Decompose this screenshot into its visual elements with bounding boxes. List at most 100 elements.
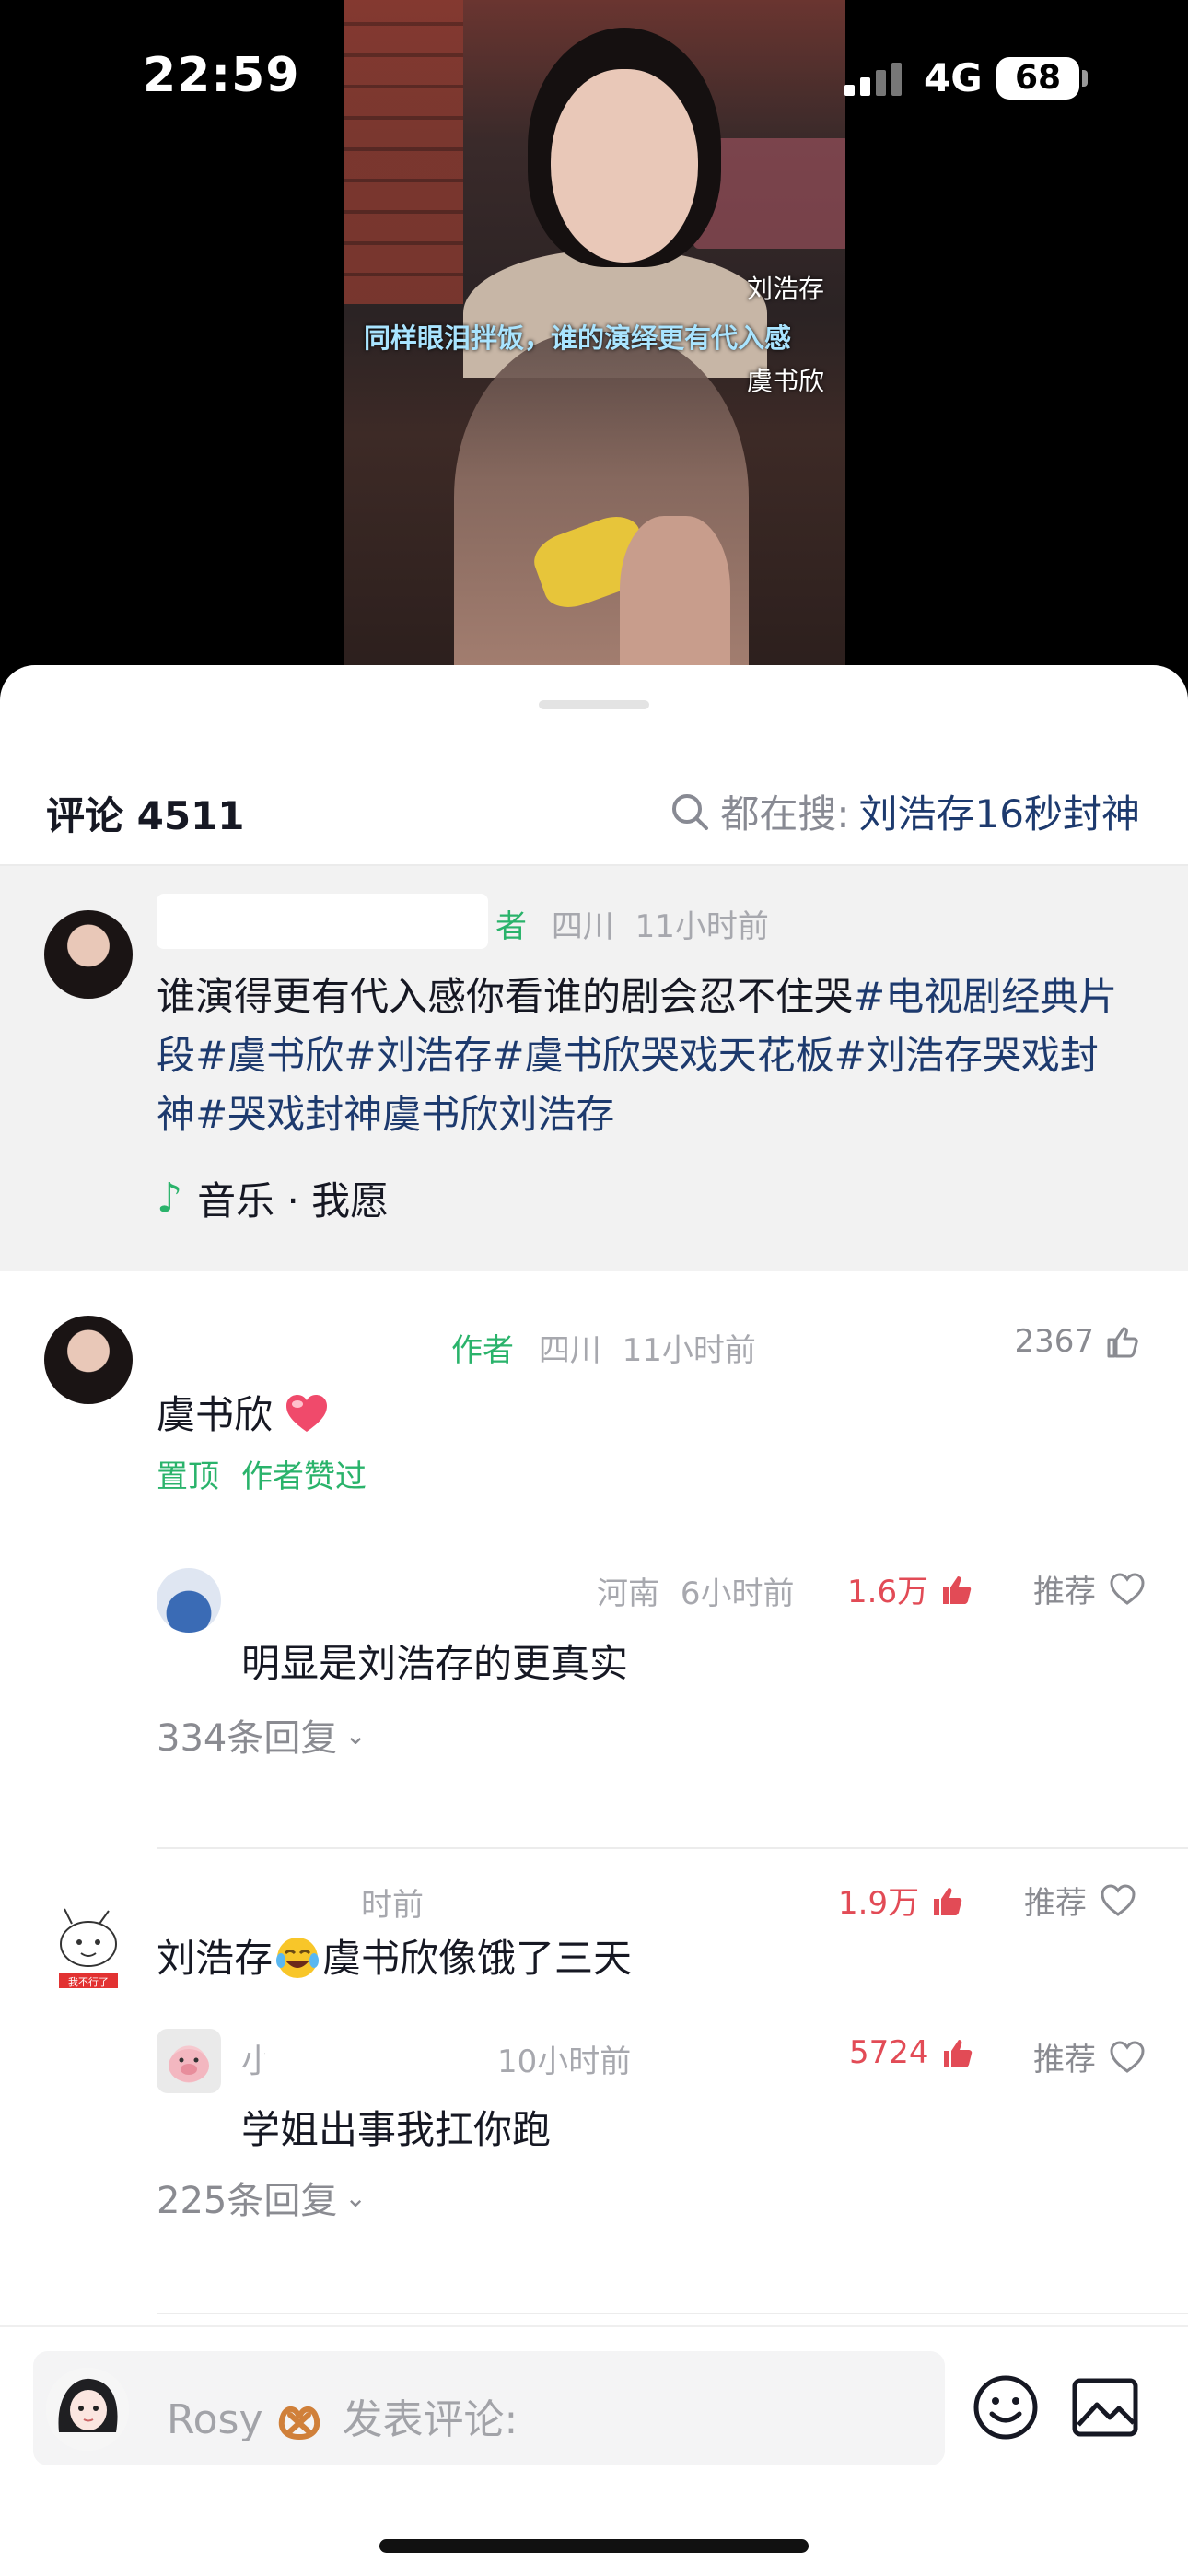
recommend-label: 推荐 <box>1024 1885 1087 1922</box>
like-count: 1.6万 <box>847 1574 929 1610</box>
comment-body-start: 刘浩存 <box>157 1936 274 1981</box>
comment-input[interactable]: Rosy 发表评论: <box>33 2351 945 2465</box>
like-count: 5724 <box>849 2034 929 2071</box>
laughing-crying-emoji-icon <box>276 1938 320 1978</box>
reply-time: 6小时前 <box>680 1575 795 1612</box>
post-time: 11小时前 <box>635 908 769 945</box>
like-count: 2367 <box>1014 1323 1094 1360</box>
post-meta: 者 四川 11小时前 <box>495 901 769 946</box>
drag-handle[interactable] <box>539 700 649 709</box>
network-type: 4G <box>924 55 983 100</box>
recommend-button[interactable]: 推荐 <box>1033 1566 1146 1611</box>
username-label: Rosy <box>167 2396 263 2443</box>
comment-text: 刘浩存 虞书欣像饿了三天 <box>157 1927 632 1984</box>
reply-avatar[interactable] <box>157 2029 221 2093</box>
post-description: 者 四川 11小时前 谁演得更有代入感你看谁的剧会忍不住哭#电视剧经典片段#虞书… <box>0 866 1188 1271</box>
video-label-top: 刘浩存 <box>747 274 825 304</box>
heart-emoji-icon <box>286 1395 328 1432</box>
comment-time: 时前 <box>361 1887 424 1924</box>
like-button[interactable]: 1.6万 <box>847 1566 974 1611</box>
heart-outline-icon <box>1110 1572 1145 1605</box>
recommend-label: 推荐 <box>1033 1574 1096 1610</box>
heart-outline-icon <box>1101 1883 1136 1916</box>
pig-avatar-icon <box>169 2049 209 2082</box>
battery-tip <box>1082 70 1088 87</box>
author-tag: 作者 <box>451 1332 514 1369</box>
music-note-icon: ♪ <box>157 1175 183 1222</box>
reply-text: 学姐出事我扛你跑 <box>241 2107 552 2152</box>
comment-sheet: 评论 4511 都在搜: 刘浩存16秒封神 者 四川 11小时前 谁演得更有代入… <box>0 665 1188 2576</box>
thumbs-up-filled-icon <box>934 1887 962 1915</box>
view-replies-button[interactable]: 225条回复 ⌄ <box>157 2171 367 2224</box>
search-prefix: 都在搜: <box>720 791 850 837</box>
like-button[interactable]: 5724 <box>849 2034 975 2071</box>
comment-time: 11小时前 <box>622 1332 756 1369</box>
thumbs-up-icon <box>1107 1327 1138 1358</box>
signal-icon <box>844 63 902 96</box>
reply-time: 10小时前 <box>497 2043 632 2080</box>
home-indicator[interactable] <box>379 2539 809 2553</box>
reply-meta: 河南 6小时前 <box>597 1568 794 1613</box>
post-body: 谁演得更有代入感你看谁的剧会忍不住哭 <box>157 974 854 1019</box>
hashtag[interactable]: #虞书欣哭戏天花板 <box>492 1033 833 1078</box>
like-button[interactable]: 2367 <box>1014 1323 1140 1360</box>
reply-count: 334条回复 <box>157 1717 338 1760</box>
comment-text: 虞书欣 <box>157 1384 329 1440</box>
comment-body: 虞书欣 <box>157 1392 274 1437</box>
view-replies-button[interactable]: 334条回复 ⌄ <box>157 1708 367 1762</box>
comment-badges: 置顶 作者赞过 <box>157 1451 367 1496</box>
comment-header: 评论 4511 都在搜: 刘浩存16秒封神 <box>0 767 1188 868</box>
author-avatar[interactable] <box>44 910 133 999</box>
hashtag[interactable]: #刘浩存 <box>344 1033 492 1078</box>
image-icon[interactable] <box>1071 2377 1139 2438</box>
video-label-bottom: 虞书欣 <box>747 366 825 396</box>
reply-text: 明显是刘浩存的更真实 <box>241 1641 629 1686</box>
post-location: 四川 <box>551 908 614 945</box>
chevron-down-icon: ⌄ <box>344 1719 367 1751</box>
battery-icon: 68 <box>996 57 1079 100</box>
comment-input-bar: Rosy 发表评论: <box>0 2325 1188 2576</box>
emoji-icon[interactable] <box>972 2373 1040 2441</box>
thumbs-up-filled-icon <box>943 2040 972 2067</box>
like-count: 1.9万 <box>838 1885 920 1922</box>
like-button[interactable]: 1.9万 <box>838 1878 965 1923</box>
author-liked-badge: 作者赞过 <box>241 1458 367 1495</box>
comment-count: 评论 4511 <box>46 793 245 838</box>
thumbs-up-filled-icon <box>943 1575 972 1604</box>
search-keyword[interactable]: 刘浩存16秒封神 <box>859 783 1140 839</box>
music-link[interactable]: ♪ 音乐 · 我愿 <box>157 1170 389 1226</box>
hashtag[interactable]: #虞书欣 <box>195 1033 344 1078</box>
redacted-username <box>239 1563 571 1609</box>
status-bar: 22:59 4G 68 <box>0 0 1188 166</box>
redacted-username <box>265 2027 486 2077</box>
anime-avatar-icon <box>46 2368 129 2451</box>
pretzel-icon <box>279 2406 320 2441</box>
comment-body-end: 虞书欣像饿了三天 <box>322 1936 633 1981</box>
redacted-username <box>157 1868 359 1927</box>
clock: 22:59 <box>143 48 300 103</box>
comment-location: 四川 <box>538 1332 601 1369</box>
hashtag[interactable]: #哭戏封神虞书欣刘浩存 <box>195 1092 614 1137</box>
reply-location: 河南 <box>597 1575 659 1612</box>
comment-item: 我不行了 时前 1.9万 推荐 刘浩存 虞书欣像饿了三天 小 10小时前 572… <box>0 1868 1188 2359</box>
search-suggestion[interactable]: 都在搜: 刘浩存16秒封神 <box>669 783 1140 839</box>
input-placeholder: Rosy 发表评论: <box>167 2386 518 2445</box>
search-icon <box>672 793 709 830</box>
commenter-avatar[interactable] <box>44 1316 133 1404</box>
video-caption: 同样眼泪拌饭，谁的演绎更有代入感 <box>364 322 792 354</box>
author-tag: 者 <box>495 908 527 945</box>
music-title: 音乐 · 我愿 <box>197 1178 390 1224</box>
reply-count: 225条回复 <box>157 2180 338 2222</box>
commenter-avatar[interactable]: 我不行了 <box>44 1905 133 1994</box>
post-text: 谁演得更有代入感你看谁的剧会忍不住哭#电视剧经典片段#虞书欣#刘浩存#虞书欣哭戏… <box>157 967 1133 1144</box>
divider <box>157 1847 1188 1849</box>
heart-outline-icon <box>1110 2040 1145 2073</box>
reply-avatar[interactable] <box>157 1568 221 1633</box>
redacted-username <box>157 894 488 949</box>
avatar-caption: 我不行了 <box>68 1976 109 1988</box>
chevron-down-icon: ⌄ <box>344 2182 367 2213</box>
recommend-button[interactable]: 推荐 <box>1024 1878 1136 1923</box>
recommend-button[interactable]: 推荐 <box>1033 2034 1146 2079</box>
comment-item: 作者 四川 11小时前 2367 虞书欣 置顶 作者赞过 河南 6小时前 1.6… <box>0 1271 1188 1879</box>
recommend-label: 推荐 <box>1033 2042 1096 2078</box>
